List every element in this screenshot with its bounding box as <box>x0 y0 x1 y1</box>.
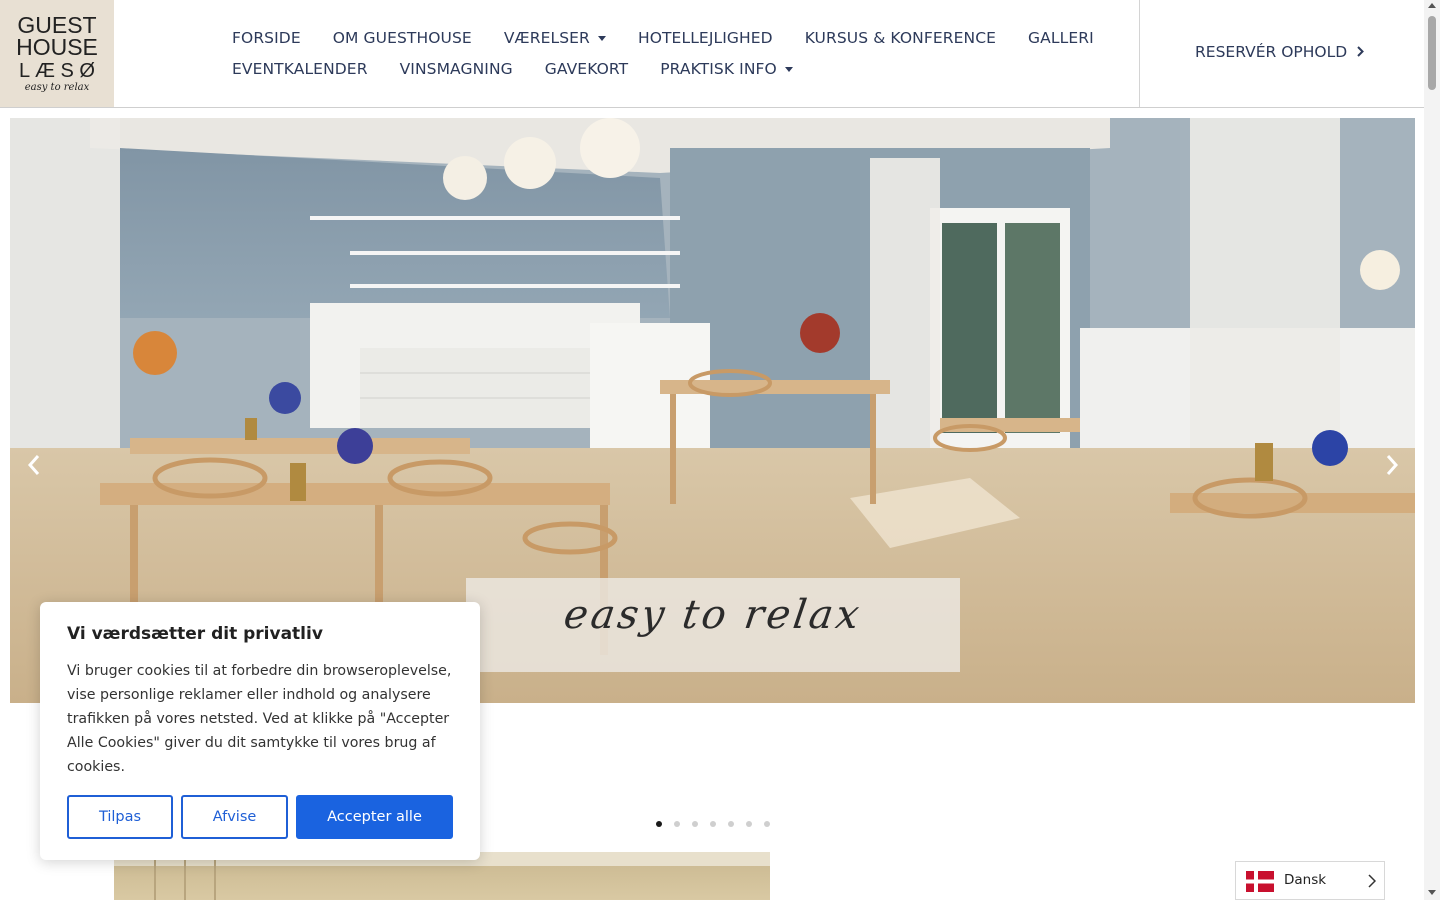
nav-item-forside[interactable]: FORSIDE <box>232 29 301 47</box>
cookie-title: Vi værdsætter dit privatliv <box>67 624 323 644</box>
slider-pagination <box>656 821 782 827</box>
header-divider <box>1139 0 1140 107</box>
nav-row-1: FORSIDE OM GUESTHOUSE VÆRELSER HOTELLEJLIGH… <box>232 26 1132 50</box>
nav-item-label: PRAKTISK INFO <box>660 60 777 78</box>
nav-item-vinsmagning[interactable]: VINSMAGNING <box>400 60 513 78</box>
chevron-right-icon <box>1368 874 1376 888</box>
slider-prev-arrow-icon[interactable] <box>34 568 54 598</box>
chevron-right-icon <box>1386 455 1399 475</box>
nav-item-eventkalender[interactable]: EVENTKALENDER <box>232 60 368 78</box>
scroll-down-arrow-icon[interactable] <box>1428 890 1436 895</box>
chevron-left-icon <box>27 455 40 475</box>
logo-graphic: GUEST HOUSE L Æ S Ø easy to relax <box>16 12 98 93</box>
danish-flag-icon <box>1246 871 1274 892</box>
site-logo[interactable]: GUEST HOUSE L Æ S Ø easy to relax <box>0 0 114 107</box>
nav-row-2: EVENTKALENDER VINSMAGNING GAVEKORT PRAKTISK… <box>232 57 1132 81</box>
nav-item-label: FORSIDE <box>232 29 301 47</box>
slider-dot[interactable] <box>764 821 770 827</box>
slider-dot[interactable] <box>728 821 734 827</box>
nav-item-hotellejlighed[interactable]: HOTELLEJLIGHED <box>638 29 773 47</box>
nav-item-label: HOTELLEJLIGHED <box>637 29 773 47</box>
nav-item-gavekort[interactable]: GAVEKORT <box>545 60 628 78</box>
nav-item-praktisk-info[interactable]: PRAKTISK INFO <box>660 60 793 78</box>
caret-down-icon <box>784 66 793 72</box>
caret-down-icon <box>597 35 606 41</box>
nav-item-label: VINSMAGNING <box>399 60 513 78</box>
slider-dot[interactable] <box>692 821 698 827</box>
nav-item-label: OM GUESTHOUSE <box>332 29 472 47</box>
nav-item-label: VÆRELSER <box>503 29 590 47</box>
nav-item-galleri[interactable]: GALLERI <box>1028 29 1094 47</box>
main-navigation: FORSIDE OM GUESTHOUSE VÆRELSER HOTELLEJLIGH… <box>232 26 1132 88</box>
nav-item-kursus-konference[interactable]: KURSUS & KONFERENCE <box>805 29 996 47</box>
reserve-stay-link[interactable]: RESERVÉR OPHOLD <box>1195 43 1365 61</box>
nav-item-label: GAVEKORT <box>544 60 629 78</box>
page-scrollbar[interactable] <box>1424 0 1440 900</box>
slider-dot[interactable] <box>656 821 662 827</box>
logo-line3: L Æ S Ø <box>19 60 95 82</box>
language-label: Dansk <box>1284 872 1327 888</box>
logo-line2: HOUSE <box>16 34 98 60</box>
cookie-reject-button[interactable]: Afvise <box>181 795 288 839</box>
slider-dot[interactable] <box>746 821 752 827</box>
nav-item-værelser[interactable]: VÆRELSER <box>504 29 606 47</box>
logo-tagline: easy to relax <box>25 82 90 93</box>
slider-prev-button[interactable] <box>24 450 44 480</box>
nav-item-label: KURSUS & KONFERENCE <box>804 29 997 47</box>
scroll-up-arrow-icon[interactable] <box>1428 3 1436 8</box>
cookie-customize-button[interactable]: Tilpas <box>67 795 173 839</box>
cookie-description: Vi bruger cookies til at forbedre din br… <box>67 663 452 775</box>
slider-dot[interactable] <box>674 821 680 827</box>
slider-dot[interactable] <box>710 821 716 827</box>
cookie-consent-dialog: Vi værdsætter dit privatliv Vi bruger co… <box>40 602 480 860</box>
scrollbar-thumb[interactable] <box>1428 16 1436 90</box>
site-header: GUEST HOUSE L Æ S Ø easy to relax FORSID… <box>0 0 1424 108</box>
cookie-accept-all-button[interactable]: Accepter alle <box>296 795 453 839</box>
chevron-right-icon <box>1357 43 1365 61</box>
language-switcher[interactable]: Dansk <box>1235 861 1385 900</box>
nav-item-label: GALLERI <box>1028 29 1094 47</box>
reserve-stay-label: RESERVÉR OPHOLD <box>1195 43 1348 61</box>
nav-item-label: EVENTKALENDER <box>232 60 368 78</box>
slider-next-button[interactable] <box>1382 450 1402 480</box>
hero-tagline: easy to relax <box>561 592 865 638</box>
nav-item-om-guesthouse[interactable]: OM GUESTHOUSE <box>333 29 472 47</box>
